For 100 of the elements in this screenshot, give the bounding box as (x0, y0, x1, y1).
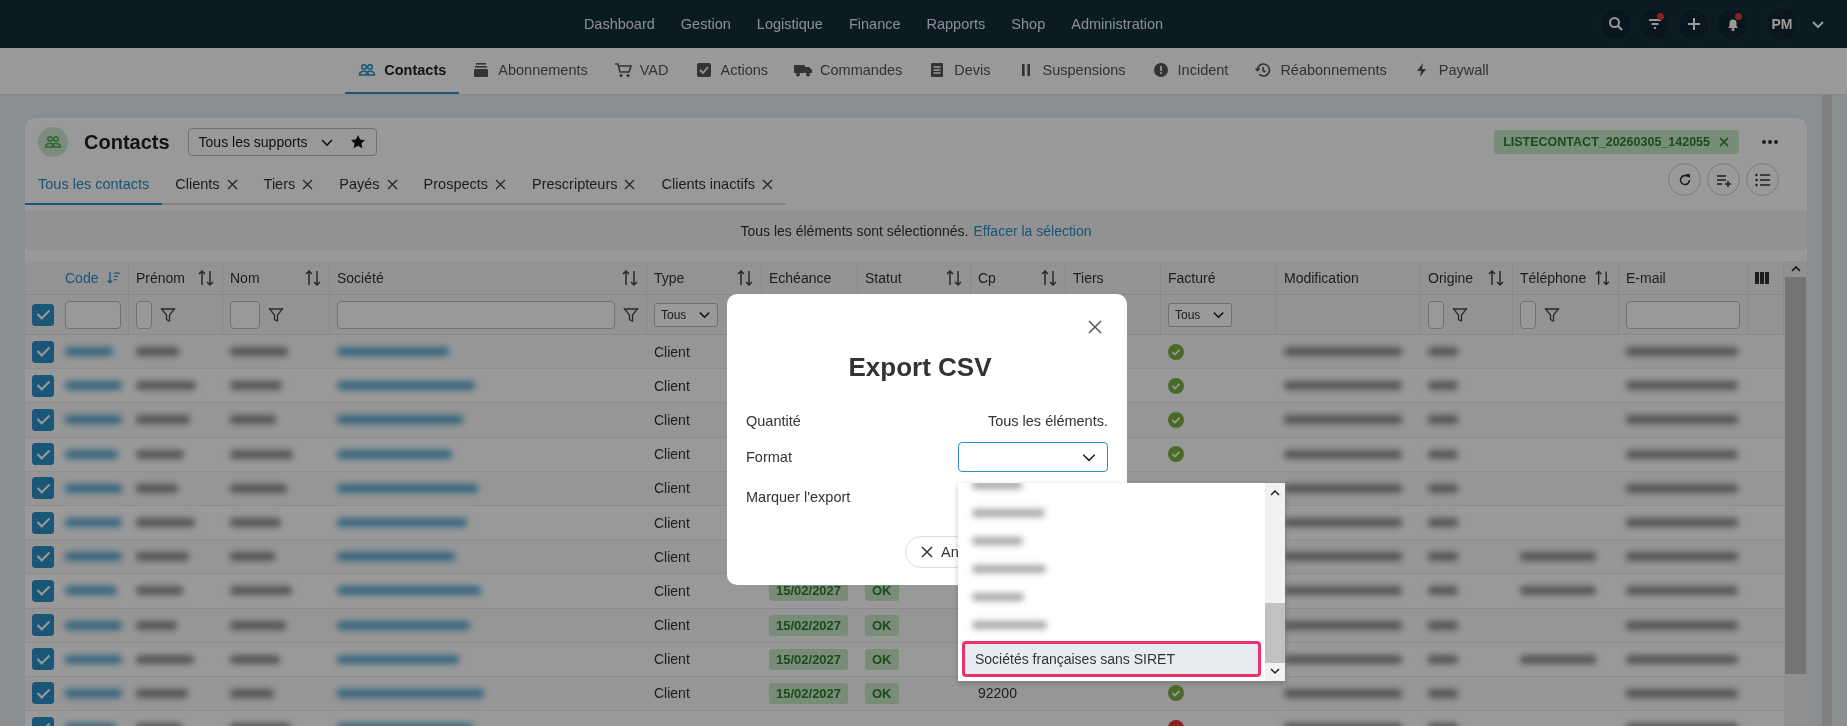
scroll-up-icon[interactable] (1790, 265, 1801, 273)
column-header[interactable]: Cp (978, 269, 996, 286)
row-checkbox[interactable] (32, 579, 54, 602)
filter-button[interactable] (1638, 7, 1671, 41)
select-all-checkbox[interactable] (32, 303, 54, 326)
sort-icon[interactable] (1487, 268, 1505, 287)
close-icon[interactable] (761, 178, 773, 190)
section-tab[interactable]: Actions (681, 48, 782, 94)
column-header[interactable]: Tiers (1073, 269, 1104, 286)
row-checkbox[interactable] (32, 443, 54, 466)
scrollbar[interactable] (1784, 261, 1807, 726)
search-button[interactable] (1599, 7, 1632, 41)
format-select[interactable] (958, 442, 1108, 472)
filter-field[interactable] (1626, 300, 1740, 329)
list-tab[interactable]: Prescripteurs (519, 166, 649, 205)
filter-select[interactable]: Tous (1168, 302, 1233, 327)
section-tab[interactable]: Incident (1138, 48, 1242, 94)
column-header[interactable]: Echéance (769, 269, 832, 286)
nav-link[interactable]: Shop (1011, 16, 1046, 32)
list-tab[interactable]: Clients inactifs (648, 166, 786, 205)
list-tab[interactable]: Tiers (250, 166, 327, 205)
scroll-up-icon[interactable] (1270, 489, 1280, 497)
filter-field[interactable] (337, 300, 615, 329)
list-button[interactable] (1746, 163, 1779, 196)
column-header[interactable]: Téléphone (1520, 269, 1587, 286)
section-tab[interactable]: Commandes (781, 48, 916, 94)
refresh-button[interactable] (1668, 163, 1701, 196)
row-checkbox[interactable] (32, 374, 54, 397)
page-scrollbar[interactable] (1822, 95, 1832, 726)
nav-link[interactable]: Finance (848, 16, 901, 32)
add-button[interactable] (1677, 7, 1710, 41)
column-header[interactable]: Prénom (136, 269, 186, 286)
scrollbar-thumb[interactable] (1265, 603, 1285, 663)
nav-link[interactable]: Administration (1071, 16, 1164, 32)
column-header[interactable]: Facturé (1168, 269, 1216, 286)
row-checkbox[interactable] (32, 340, 54, 363)
row-checkbox[interactable] (32, 648, 54, 671)
filter-field[interactable] (1428, 300, 1444, 329)
filter-field[interactable] (230, 300, 260, 329)
support-select[interactable]: Tous les supports (187, 128, 377, 156)
row-checkbox[interactable] (32, 682, 54, 705)
section-tab[interactable]: Devis (915, 48, 1004, 94)
row-checkbox[interactable] (32, 477, 54, 500)
close-icon[interactable] (624, 178, 636, 190)
sort-icon[interactable] (197, 268, 215, 287)
scroll-down-icon[interactable] (1270, 667, 1280, 675)
scrollbar-thumb[interactable] (1785, 277, 1806, 674)
filter-icon[interactable] (1544, 306, 1560, 323)
sort-icon[interactable] (736, 268, 754, 287)
filter-icon[interactable] (623, 306, 639, 323)
column-header[interactable]: Modification (1284, 269, 1359, 286)
nav-link[interactable]: Logistique (756, 16, 823, 32)
row-checkbox[interactable] (32, 545, 54, 568)
row-checkbox[interactable] (32, 408, 54, 431)
list-tab[interactable]: Clients (162, 166, 251, 205)
close-icon[interactable] (495, 178, 507, 190)
close-icon[interactable] (386, 178, 398, 190)
sort-icon[interactable] (1040, 268, 1058, 287)
list-tab[interactable]: Tous les contacts (25, 166, 163, 205)
column-header[interactable]: Type (654, 269, 685, 286)
section-tab[interactable]: Paywall (1399, 48, 1502, 94)
row-checkbox[interactable] (32, 511, 54, 534)
section-tab[interactable]: Abonnements (459, 48, 601, 94)
close-icon[interactable] (1088, 320, 1102, 334)
column-header[interactable]: Nom (230, 269, 260, 286)
add-to-list-button[interactable] (1707, 163, 1740, 196)
nav-link[interactable]: Dashboard (583, 16, 655, 32)
filter-field[interactable] (1520, 300, 1536, 329)
filter-icon[interactable] (160, 306, 176, 323)
section-tab[interactable]: Contacts (345, 48, 460, 94)
column-header[interactable]: E-mail (1626, 269, 1666, 286)
blurred-text (65, 381, 122, 391)
columns-icon[interactable] (1755, 271, 1769, 284)
section-tab[interactable]: Suspensions (1003, 48, 1139, 94)
bell-button[interactable] (1716, 7, 1749, 41)
column-header[interactable]: Société (337, 269, 384, 286)
nav-link[interactable]: Gestion (680, 16, 731, 32)
scrollbar[interactable] (1265, 483, 1285, 681)
filter-select[interactable]: Tous (654, 302, 719, 327)
list-tab[interactable]: Payés (326, 166, 411, 205)
column-header[interactable]: Statut (865, 269, 902, 286)
filter-field[interactable] (65, 300, 121, 329)
more-icon[interactable] (1761, 139, 1779, 145)
filter-icon[interactable] (268, 306, 284, 323)
sort-icon[interactable] (621, 268, 639, 287)
section-tab[interactable]: Réabonnements (1241, 48, 1400, 94)
row-checkbox[interactable] (32, 614, 54, 637)
star-icon[interactable] (349, 134, 366, 150)
list-tab[interactable]: Prospects (410, 166, 520, 205)
section-tab[interactable]: VAD (600, 48, 682, 94)
sort-icon[interactable] (1594, 268, 1611, 287)
column-header[interactable]: Origine (1428, 269, 1474, 286)
filter-icon[interactable] (1452, 306, 1468, 323)
filter-field[interactable] (136, 300, 152, 329)
sort-icon[interactable] (945, 268, 963, 287)
close-icon[interactable] (226, 178, 238, 190)
nav-link[interactable]: Rapports (926, 16, 986, 32)
sort-icon[interactable] (304, 268, 322, 287)
user-avatar[interactable]: PM (1765, 7, 1799, 41)
close-icon[interactable] (302, 178, 314, 190)
